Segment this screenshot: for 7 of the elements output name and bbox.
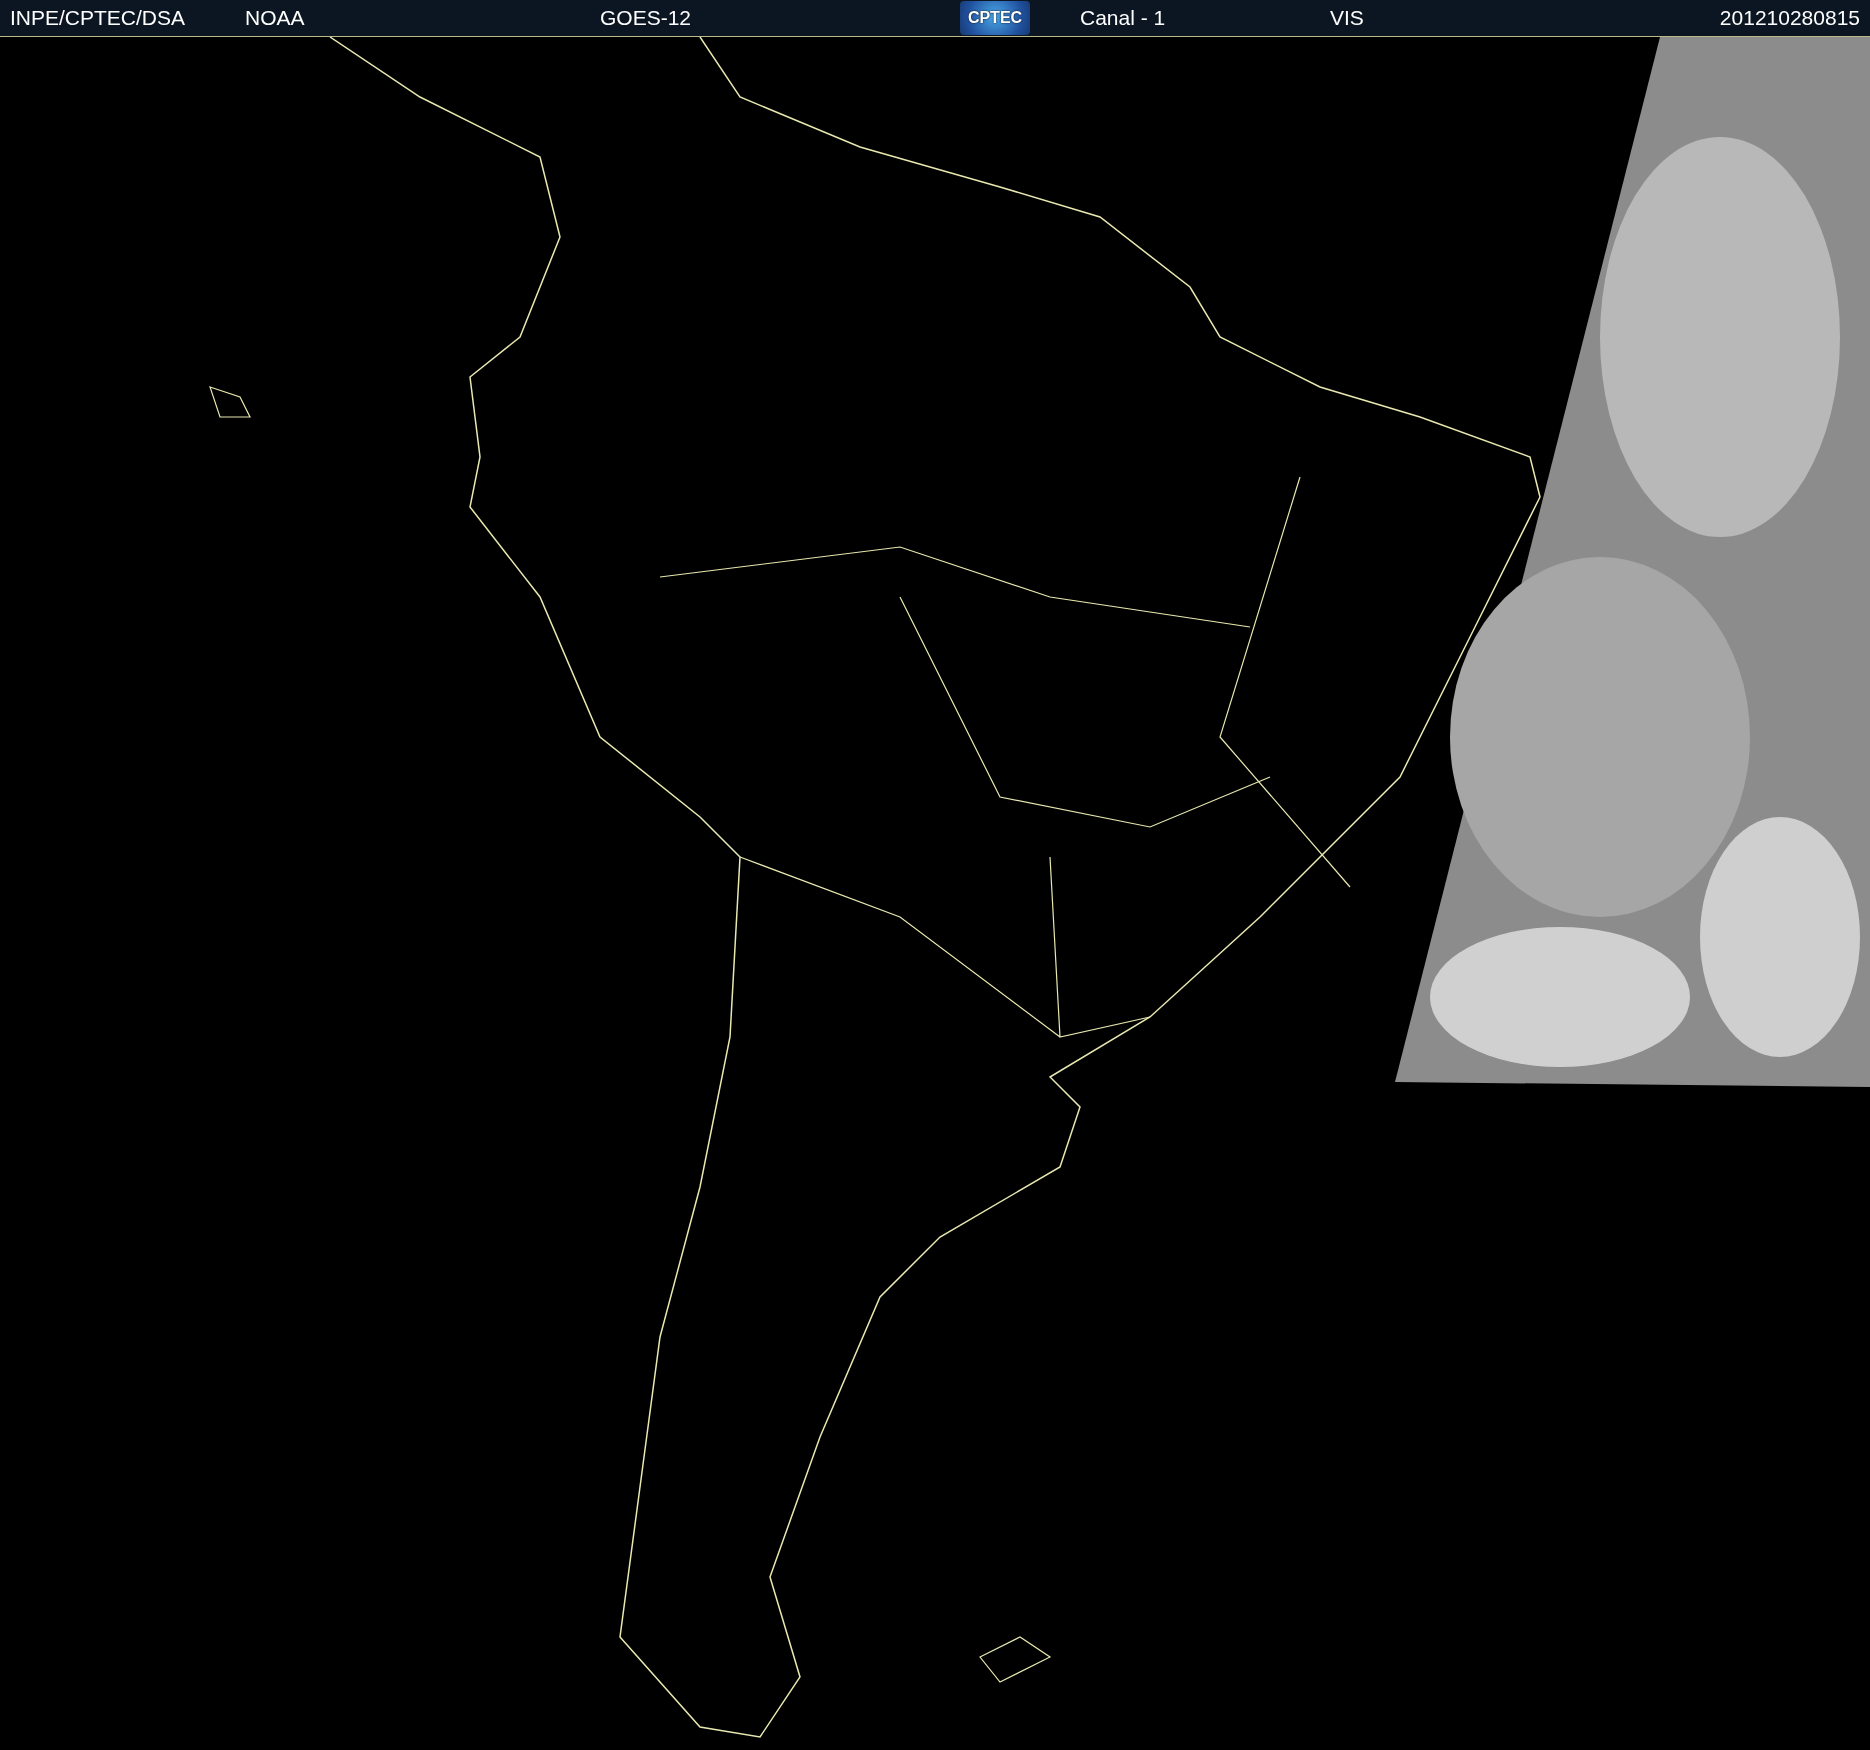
channel-label: Canal - 1 — [1079, 6, 1166, 30]
timestamp-label: 201210280815 — [1718, 6, 1861, 30]
satellite-label: GOES-12 — [599, 6, 692, 30]
band-label: VIS — [1329, 6, 1364, 30]
agency-label: NOAA — [244, 6, 305, 30]
source-label: INPE/CPTEC/DSA — [9, 6, 186, 30]
logo: CPTEC — [960, 1, 1030, 35]
